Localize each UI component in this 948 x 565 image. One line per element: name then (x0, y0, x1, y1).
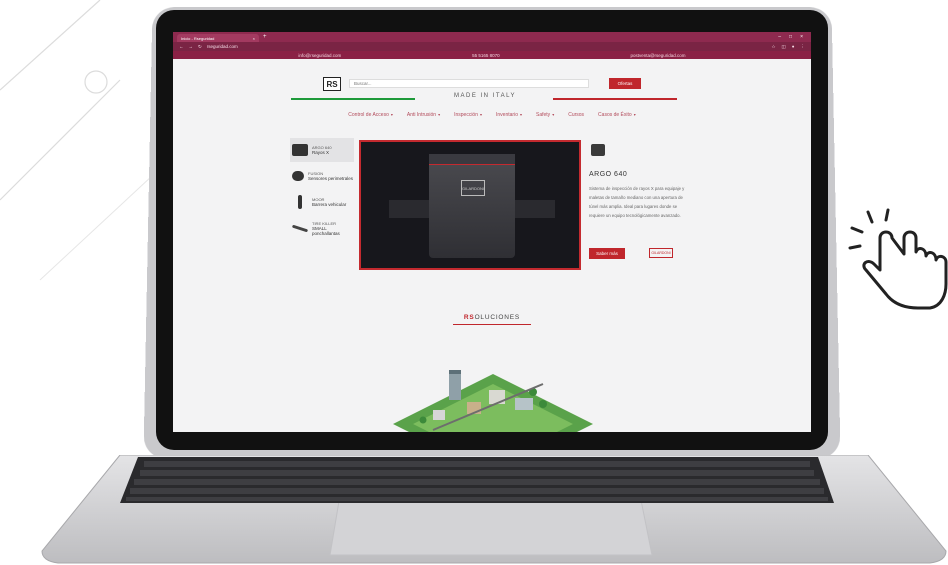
product-item-moor[interactable]: MOOR Barrera vehicular (290, 190, 354, 214)
conveyor-right (513, 200, 555, 218)
support-email[interactable]: postventa@rseguridad.com (630, 53, 685, 58)
product-item-fusion[interactable]: FUSION Sensores perimetrales (290, 164, 354, 188)
section-underline (453, 324, 531, 325)
profile-icon[interactable]: ● (792, 44, 795, 50)
contact-email[interactable]: info@rseguridad.com (298, 53, 341, 58)
nav-item-cursos[interactable]: Cursos (568, 112, 584, 118)
url-field[interactable]: rseguridad.com (207, 44, 767, 49)
xray-machine-thumbnail (292, 144, 308, 156)
contact-bar: info@rseguridad.com 55 5165 8070 postven… (173, 51, 811, 59)
product-brand: TIRE KILLER (312, 220, 337, 226)
product-item-argo[interactable]: ARGO 640 Rayos X (290, 138, 354, 162)
sensor-thumbnail (292, 171, 304, 181)
xray-machine-body (429, 154, 515, 258)
offers-button[interactable]: Ofertas (609, 78, 641, 89)
product-hero-image: GILARDONI (359, 140, 581, 270)
window-controls: – □ × (778, 34, 811, 40)
tab-title: Inicio - Rseguridad (181, 35, 215, 41)
forward-icon[interactable]: → (189, 44, 194, 49)
product-list: ARGO 640 Rayos X FUSION Sensores perimetra… (290, 138, 354, 242)
tap-hand-icon (848, 208, 948, 310)
product-name: Barrera vehicular (312, 202, 347, 207)
browser-actions: ☆ ◫ ● ⋮ (771, 44, 805, 50)
nav-item-inspeccion[interactable]: Inspección ▾ (454, 112, 482, 118)
tab-bar: Inicio - Rseguridad × + – □ × (173, 32, 811, 42)
browser-tab[interactable]: Inicio - Rseguridad × (177, 34, 259, 42)
nav-item-inventario[interactable]: Inventario ▾ (496, 112, 522, 118)
product-name: Rayos X (312, 150, 330, 155)
back-icon[interactable]: ← (179, 44, 184, 49)
product-name: SMALL ponchallantas (312, 225, 340, 236)
product-icon (591, 144, 605, 156)
learn-more-button[interactable]: Saber más (589, 248, 625, 259)
maximize-button[interactable]: □ (789, 34, 792, 40)
extensions-icon[interactable]: ◫ (782, 44, 786, 50)
product-name: Sensores perimetrales (308, 176, 354, 181)
site-logo[interactable]: RS (323, 77, 341, 91)
featured-product-title: ARGO 640 (589, 171, 628, 178)
tire-killer-thumbnail (291, 224, 309, 232)
featured-product-description: Sistema de inspección de rayos X para eq… (589, 186, 685, 218)
nav-item-anti-intrusion[interactable]: Anti Intrusión ▾ (407, 112, 440, 118)
browser-screen: Inicio - Rseguridad × + – □ × ← → ↻ rseg… (173, 32, 811, 432)
made-in-italy-label: MADE IN ITALY (454, 93, 516, 99)
new-tab-button[interactable]: + (263, 34, 267, 40)
nav-item-casos-exito[interactable]: Casos de Éxito ▾ (598, 112, 636, 118)
bookmark-star-icon[interactable]: ☆ (771, 44, 775, 50)
xray-machine-top (429, 154, 515, 165)
keyboard (120, 457, 834, 503)
barrier-thumbnail (298, 195, 302, 209)
conveyor-left (389, 200, 431, 218)
section-heading-suffix: OLUCIONES (474, 314, 521, 321)
section-heading-prefix: RS (463, 314, 475, 321)
menu-icon[interactable]: ⋮ (801, 44, 806, 50)
close-tab-icon[interactable]: × (253, 36, 255, 41)
reload-icon[interactable]: ↻ (198, 44, 202, 50)
hero-brand-badge: GILARDONI (461, 180, 485, 196)
nav-item-control-acceso[interactable]: Control de Acceso ▾ (348, 112, 393, 118)
gilardoni-logo: GILARDONI (649, 248, 673, 258)
close-window-button[interactable]: × (800, 34, 803, 40)
minimize-button[interactable]: – (778, 34, 781, 40)
main-nav: Control de Acceso ▾ Anti Intrusión ▾ Inspe… (173, 112, 811, 118)
search-input[interactable]: Buscar... (349, 79, 589, 88)
flag-stripe-red (553, 98, 677, 100)
contact-phone[interactable]: 55 5165 8070 (472, 53, 500, 58)
product-item-tire-killer[interactable]: TIRE KILLER SMALL ponchallantas (290, 216, 354, 240)
address-bar: ← → ↻ rseguridad.com ☆ ◫ ● ⋮ (173, 42, 811, 51)
flag-stripe-green (291, 98, 415, 100)
isometric-city-illustration (393, 370, 593, 432)
section-heading: RSOLUCIONES (173, 314, 811, 321)
nav-item-safety[interactable]: Safety ▾ (536, 112, 554, 118)
